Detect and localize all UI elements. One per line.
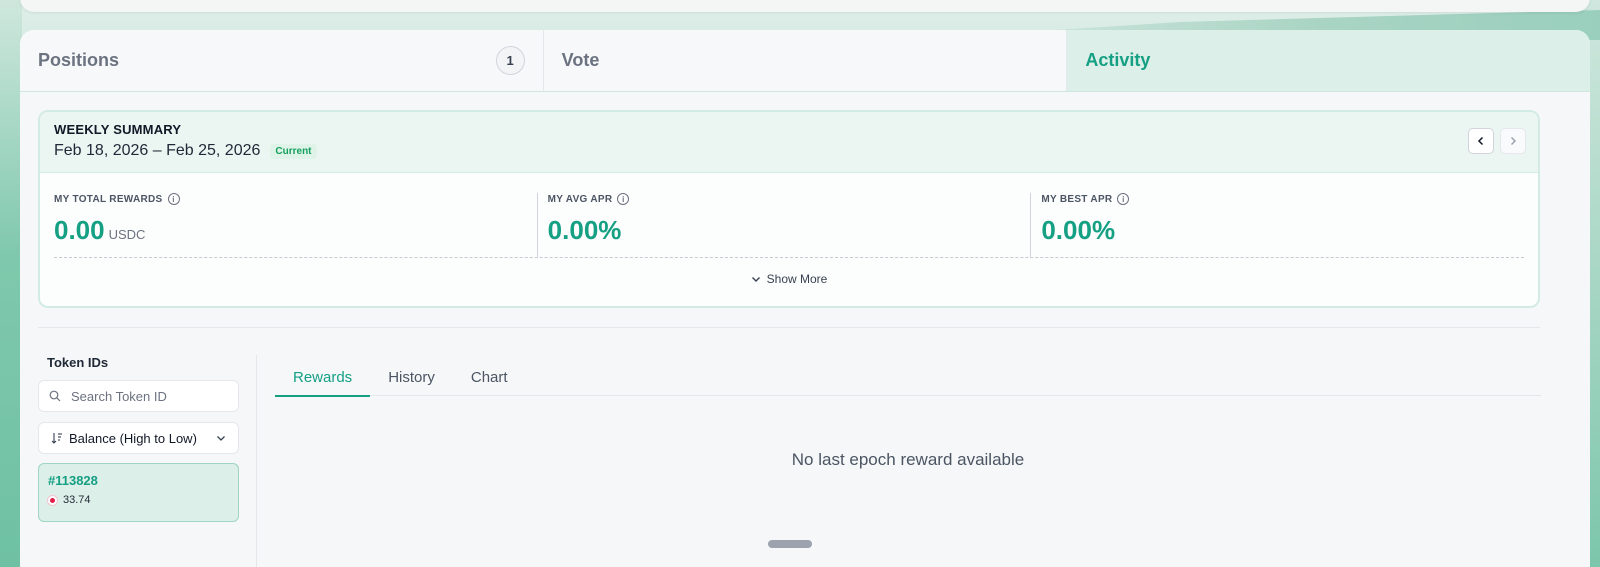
tab-vote-label: Vote bbox=[561, 50, 600, 70]
summary-stats: MY TOTAL REWARDS i 0.00 USDC MY AVG APR i… bbox=[40, 173, 1538, 257]
stat-best-apr-label: MY BEST APR bbox=[1041, 193, 1113, 205]
stat-label: MY BEST APR i bbox=[1041, 193, 1524, 205]
search-token-input[interactable] bbox=[71, 388, 221, 404]
tab-chart[interactable]: Chart bbox=[453, 358, 526, 396]
scroll-handle[interactable] bbox=[768, 540, 812, 548]
stat-best-apr-value: 0.00% bbox=[1041, 215, 1116, 245]
search-icon bbox=[49, 390, 61, 402]
sort-label: Balance (High to Low) bbox=[69, 430, 197, 446]
stat-label: MY AVG APR i bbox=[548, 193, 1031, 205]
info-icon[interactable]: i bbox=[617, 193, 630, 205]
section-divider bbox=[38, 327, 1540, 328]
info-icon[interactable]: i bbox=[167, 193, 180, 205]
chevron-down-icon bbox=[751, 277, 760, 282]
stat-avg-apr-label: MY AVG APR bbox=[547, 193, 613, 205]
tab-history[interactable]: History bbox=[370, 358, 453, 396]
sidebar-divider bbox=[256, 355, 257, 567]
token-balance: 33.74 bbox=[63, 494, 91, 506]
tab-positions[interactable]: Positions 1 bbox=[20, 30, 544, 91]
stat-avg-apr-value: 0.00% bbox=[547, 215, 622, 245]
token-search bbox=[38, 380, 239, 412]
weekly-summary-card: WEEKLY SUMMARY Feb 18, 2026 – Feb 25, 20… bbox=[38, 110, 1540, 308]
next-week-button[interactable] bbox=[1500, 128, 1526, 154]
token-ids-title: Token IDs bbox=[47, 355, 109, 370]
tab-vote[interactable]: Vote bbox=[543, 30, 1068, 91]
sort-dropdown[interactable]: Balance (High to Low) bbox=[38, 422, 239, 454]
token-sidebar: Token IDs Balance (High to Low) #113828 … bbox=[38, 355, 239, 522]
top-card bbox=[20, 0, 1590, 12]
chevron-down-icon bbox=[217, 436, 225, 441]
weekly-summary-range: Feb 18, 2026 – Feb 25, 2026 bbox=[54, 142, 261, 159]
tab-rewards[interactable]: Rewards bbox=[275, 358, 371, 397]
stat-label: MY TOTAL REWARDS i bbox=[54, 193, 537, 205]
show-more-button[interactable]: Show More bbox=[40, 258, 1538, 300]
token-id: #113828 bbox=[48, 473, 98, 488]
chevron-left-icon bbox=[1477, 136, 1484, 146]
stat-avg-apr: MY AVG APR i 0.00% bbox=[536, 193, 1031, 257]
tab-activity[interactable]: Activity bbox=[1067, 30, 1590, 91]
token-logo-icon bbox=[48, 495, 57, 505]
chevron-right-icon bbox=[1510, 136, 1517, 146]
weekly-summary-header: WEEKLY SUMMARY Feb 18, 2026 – Feb 25, 20… bbox=[40, 112, 1538, 173]
main-tabs: Positions 1 Vote Activity bbox=[20, 30, 1590, 92]
tab-positions-label: Positions bbox=[38, 50, 120, 70]
info-icon[interactable]: i bbox=[1117, 193, 1130, 205]
weekly-summary-range-row: Feb 18, 2026 – Feb 25, 2026 Current bbox=[54, 142, 1524, 160]
weekly-summary-title: WEEKLY SUMMARY bbox=[54, 122, 182, 137]
token-item[interactable]: #113828 33.74 bbox=[38, 463, 239, 522]
stat-best-apr: MY BEST APR i 0.00% bbox=[1030, 193, 1524, 257]
stat-total-rewards-unit: USDC bbox=[108, 227, 146, 242]
stat-total-rewards-value: 0.00 bbox=[54, 215, 105, 245]
tab-activity-label: Activity bbox=[1085, 50, 1151, 70]
current-badge: Current bbox=[270, 143, 317, 159]
positions-count-badge: 1 bbox=[495, 46, 525, 75]
main-panel: Positions 1 Vote Activity WEEKLY SUMMARY… bbox=[20, 30, 1590, 567]
activity-sub-tabs: Rewards History Chart bbox=[275, 358, 1541, 397]
stat-total-rewards-label: MY TOTAL REWARDS bbox=[54, 193, 163, 205]
stat-total-rewards: MY TOTAL REWARDS i 0.00 USDC bbox=[54, 193, 537, 257]
previous-week-button[interactable] bbox=[1468, 128, 1494, 154]
stat-value-row: 0.00 USDC bbox=[54, 215, 537, 246]
token-balance-row: 33.74 bbox=[48, 494, 229, 506]
sort-icon bbox=[51, 433, 62, 444]
empty-state-message: No last epoch reward available bbox=[791, 450, 1025, 469]
show-more-label: Show More bbox=[766, 272, 828, 286]
